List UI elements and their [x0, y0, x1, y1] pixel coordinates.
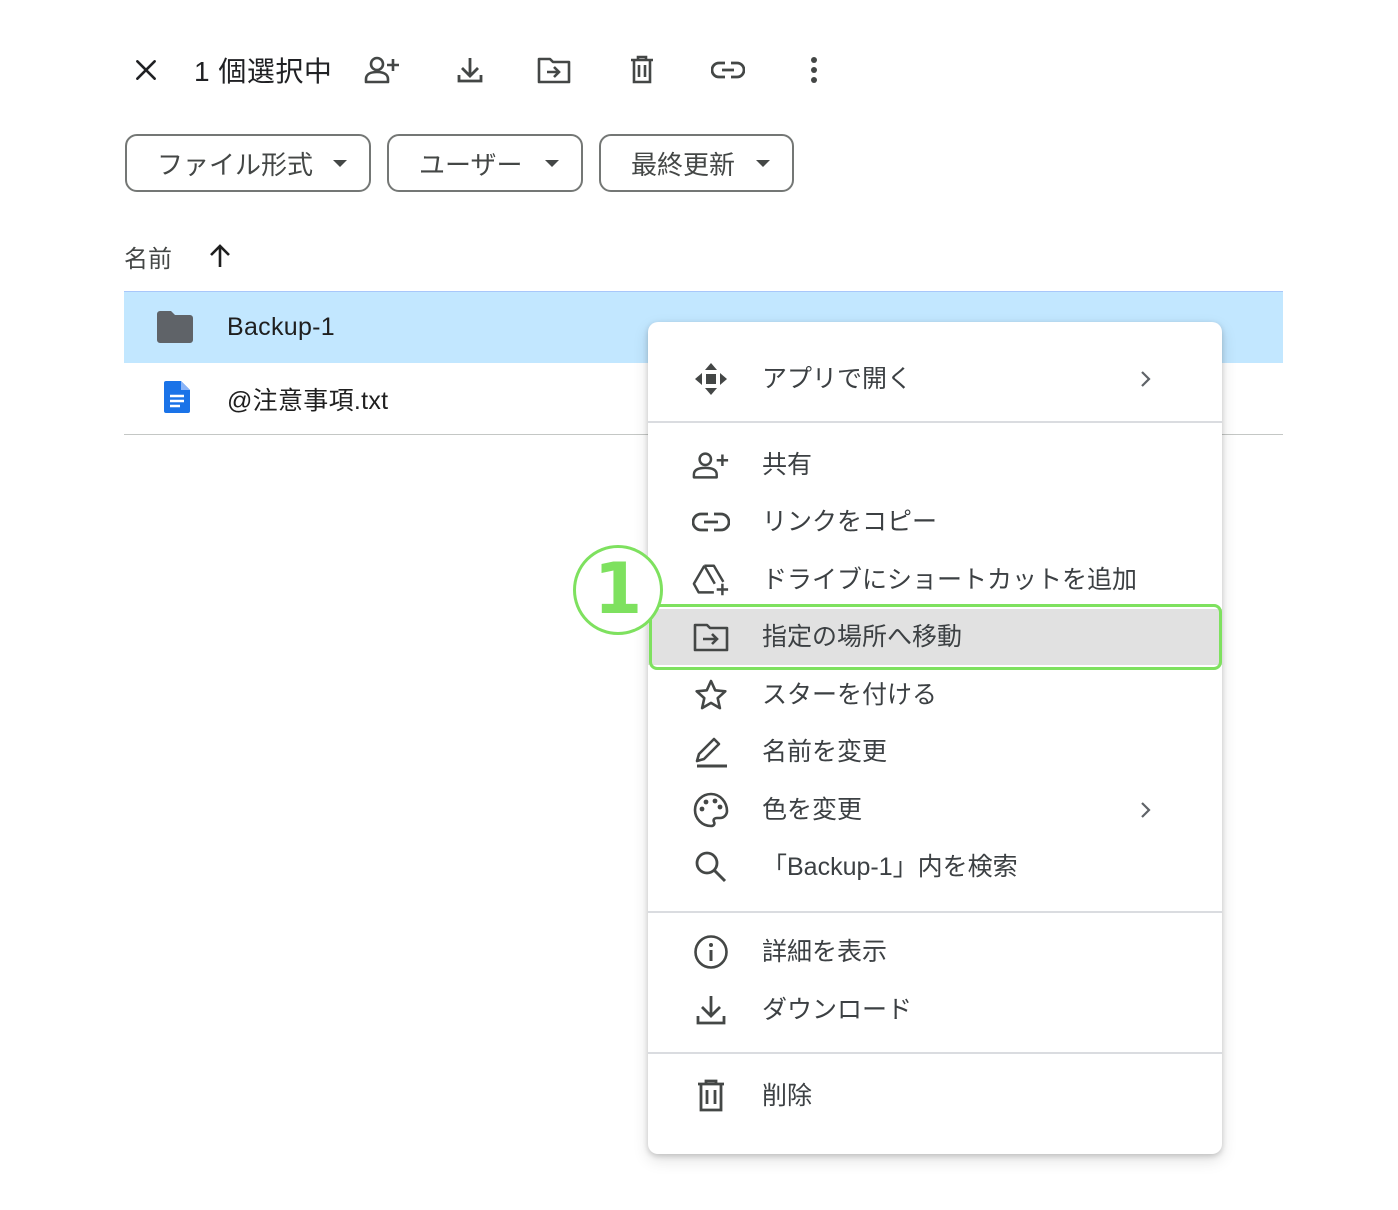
menu-divider: [648, 911, 1222, 913]
trash-icon: [692, 1078, 730, 1114]
drive-shortcut-icon: [692, 562, 730, 598]
selection-toolbar: 1 個選択中: [124, 46, 844, 94]
list-header: 名前: [124, 236, 232, 276]
menu-item-open-with[interactable]: アプリで開く: [648, 351, 1222, 407]
open-with-icon: [692, 361, 730, 397]
context-menu: アプリで開く 共有 リンクをコピー ドライブにショートカットを追加 指定の場所へ…: [648, 322, 1222, 1154]
menu-item-add-shortcut[interactable]: ドライブにショートカットを追加: [648, 552, 1222, 608]
chevron-right-icon: [1140, 801, 1152, 819]
sort-column-name[interactable]: 名前: [124, 239, 172, 274]
filter-chip-label: 最終更新: [631, 149, 736, 180]
selection-count: 1 個選択中: [194, 56, 333, 87]
menu-item-label: スターを付ける: [762, 681, 938, 709]
menu-item-search-in[interactable]: 「Backup-1」内を検索: [648, 839, 1222, 895]
menu-item-label: 指定の場所へ移動: [762, 623, 963, 651]
filter-chip-people[interactable]: ユーザー: [387, 134, 583, 192]
menu-item-label: 色を変更: [762, 796, 863, 824]
menu-item-move-to[interactable]: 指定の場所へ移動: [648, 609, 1222, 665]
filter-chip-label: ユーザー: [419, 149, 523, 180]
trash-icon[interactable]: [620, 46, 664, 94]
menu-item-details[interactable]: 詳細を表示: [648, 924, 1222, 980]
info-icon: [692, 934, 730, 970]
share-icon: [692, 447, 730, 483]
move-icon: [692, 619, 730, 655]
dropdown-arrow-icon: [333, 160, 347, 167]
close-icon[interactable]: [124, 46, 168, 94]
menu-item-label: 「Backup-1」内を検索: [762, 853, 1018, 881]
more-vert-icon[interactable]: [792, 46, 836, 94]
menu-item-label: アプリで開く: [762, 365, 913, 393]
file-name: Backup-1: [227, 313, 336, 341]
chevron-right-icon: [1140, 370, 1152, 388]
link-icon: [692, 504, 730, 540]
palette-icon: [692, 792, 730, 828]
filter-chip-file-type[interactable]: ファイル形式: [125, 134, 371, 192]
menu-item-label: 共有: [762, 451, 813, 479]
filter-chip-label: ファイル形式: [157, 149, 314, 180]
star-icon: [692, 677, 730, 713]
menu-item-download[interactable]: ダウンロード: [648, 982, 1222, 1038]
folder-icon: [156, 310, 194, 344]
move-icon[interactable]: [532, 46, 576, 94]
arrow-up-icon[interactable]: [208, 243, 232, 269]
download-icon: [692, 992, 730, 1028]
rename-pencil-icon: [692, 734, 730, 770]
menu-item-label: ドライブにショートカットを追加: [762, 566, 1138, 594]
menu-item-change-color[interactable]: 色を変更: [648, 782, 1222, 838]
menu-item-add-star[interactable]: スターを付ける: [648, 667, 1222, 723]
search-icon: [692, 849, 730, 885]
share-icon[interactable]: [360, 46, 404, 94]
link-icon[interactable]: [706, 46, 750, 94]
menu-divider: [648, 421, 1222, 423]
dropdown-arrow-icon: [756, 160, 770, 167]
step-number-badge: 1: [573, 545, 663, 635]
menu-item-copy-link[interactable]: リンクをコピー: [648, 494, 1222, 550]
file-name: @注意事項.txt: [227, 387, 389, 415]
menu-item-delete[interactable]: 削除: [648, 1068, 1222, 1124]
doc-icon: [164, 381, 190, 413]
menu-divider: [648, 1052, 1222, 1054]
menu-item-rename[interactable]: 名前を変更: [648, 724, 1222, 780]
menu-item-share[interactable]: 共有: [648, 437, 1222, 493]
download-icon[interactable]: [448, 46, 492, 94]
menu-item-label: 名前を変更: [762, 738, 888, 766]
menu-item-label: ダウンロード: [762, 996, 913, 1024]
menu-item-label: 詳細を表示: [762, 938, 888, 966]
menu-item-label: リンクをコピー: [762, 508, 938, 536]
menu-item-label: 削除: [762, 1082, 813, 1110]
dropdown-arrow-icon: [545, 160, 559, 167]
filter-chip-modified[interactable]: 最終更新: [599, 134, 794, 192]
